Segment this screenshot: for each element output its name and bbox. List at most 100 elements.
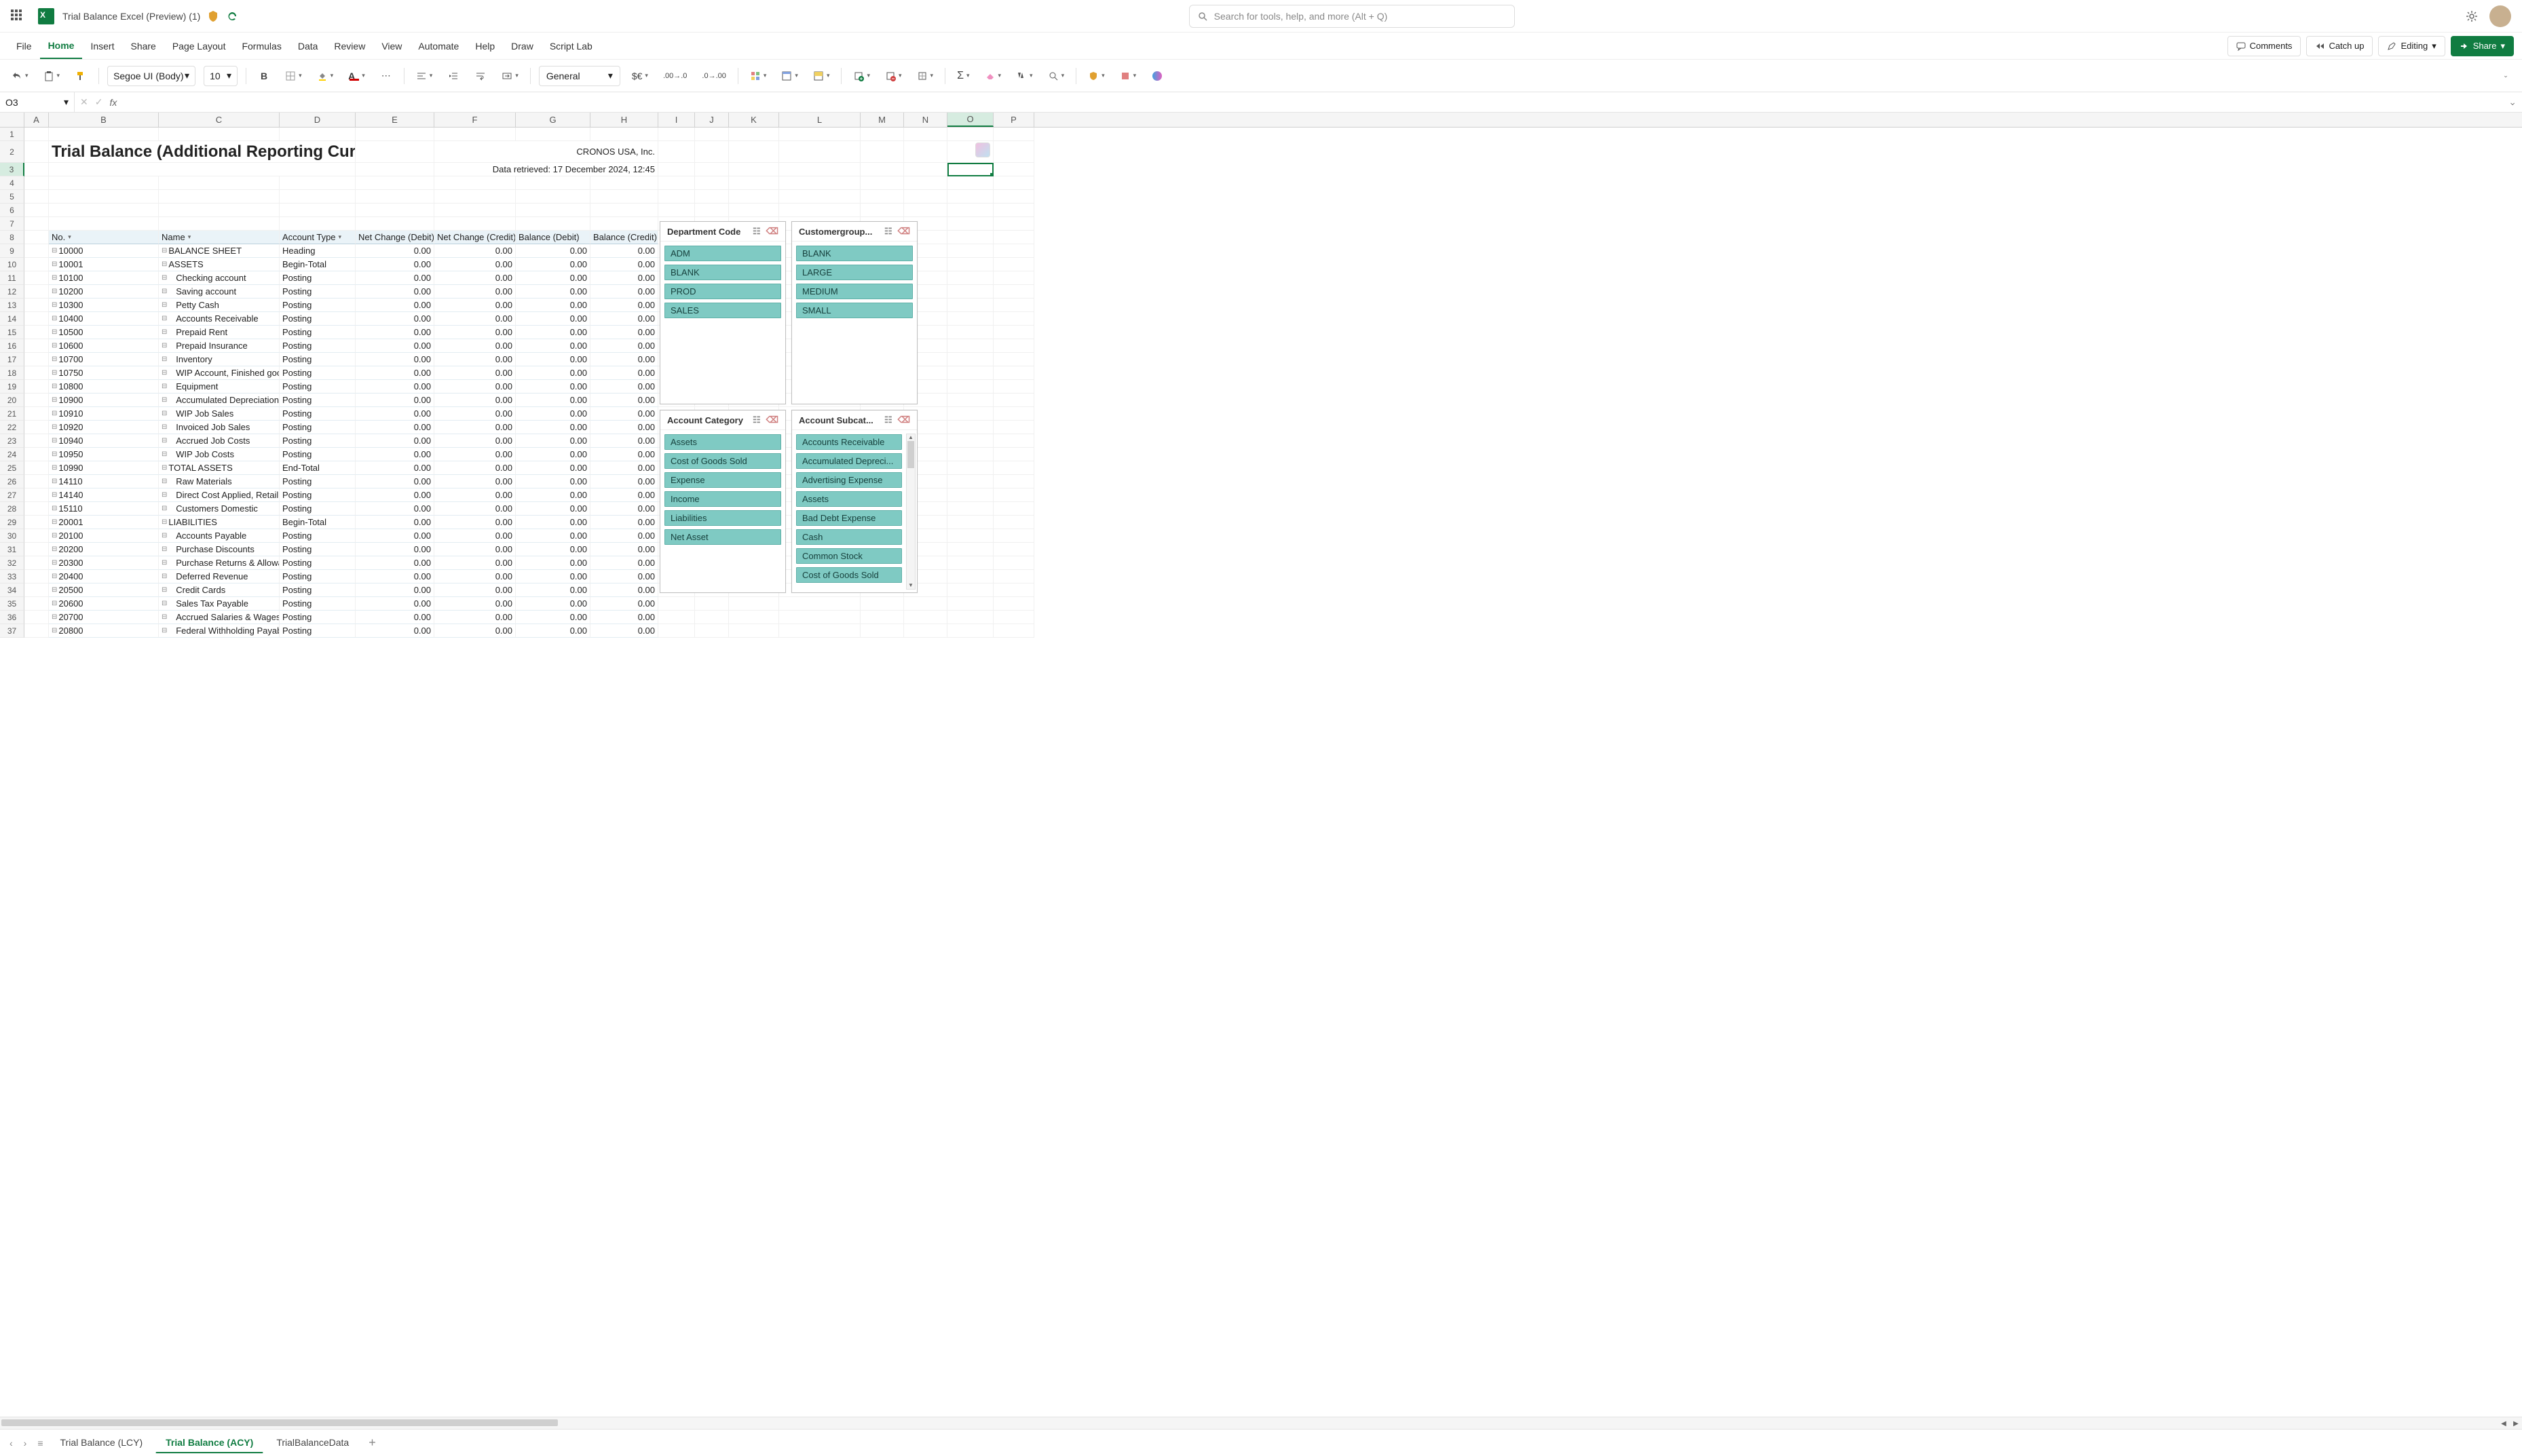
cell[interactable]: [695, 141, 729, 163]
cell[interactable]: [947, 299, 994, 312]
cell-value[interactable]: 0.00: [356, 380, 434, 394]
cell-type[interactable]: Posting: [280, 488, 356, 502]
cell-value[interactable]: 0.00: [356, 394, 434, 407]
cell[interactable]: [994, 611, 1034, 624]
slicer-item[interactable]: MEDIUM: [796, 284, 913, 299]
cell-value[interactable]: 0.00: [516, 339, 590, 353]
sheet-tab[interactable]: Trial Balance (ACY): [155, 1432, 263, 1453]
cell-value[interactable]: 0.00: [434, 543, 516, 556]
cell-no[interactable]: ⊟10910: [49, 407, 159, 421]
cell-value[interactable]: 0.00: [590, 597, 658, 611]
cell-value[interactable]: 0.00: [356, 624, 434, 638]
cell-no[interactable]: ⊟20400: [49, 570, 159, 583]
row-header[interactable]: 11: [0, 271, 24, 285]
cell-name[interactable]: ⊟ Sales Tax Payable: [159, 597, 280, 611]
cell-value[interactable]: 0.00: [434, 407, 516, 421]
cell-type[interactable]: Posting: [280, 394, 356, 407]
cell[interactable]: [947, 516, 994, 529]
cell[interactable]: [24, 231, 49, 244]
multi-select-icon[interactable]: ☷: [884, 415, 892, 425]
menu-script-lab[interactable]: Script Lab: [542, 33, 601, 59]
cell[interactable]: [994, 461, 1034, 475]
cell-value[interactable]: 0.00: [356, 611, 434, 624]
cell[interactable]: [994, 176, 1034, 190]
cell[interactable]: [729, 611, 779, 624]
cell-value[interactable]: 0.00: [590, 434, 658, 448]
cell-value[interactable]: 0.00: [590, 570, 658, 583]
cell-value[interactable]: 0.00: [434, 516, 516, 529]
cell[interactable]: [356, 204, 434, 217]
cell-no[interactable]: ⊟10000: [49, 244, 159, 258]
cell[interactable]: [24, 176, 49, 190]
cell-value[interactable]: 0.00: [516, 611, 590, 624]
cell[interactable]: [994, 516, 1034, 529]
cell-name[interactable]: ⊟ Saving account: [159, 285, 280, 299]
table-header[interactable]: Net Change (Debit): [356, 231, 434, 244]
cell[interactable]: [994, 407, 1034, 421]
cell-name[interactable]: ⊟BALANCE SHEET: [159, 244, 280, 258]
col-header-H[interactable]: H: [590, 113, 658, 127]
cell-value[interactable]: 0.00: [516, 380, 590, 394]
cell[interactable]: [994, 583, 1034, 597]
cell-value[interactable]: 0.00: [590, 326, 658, 339]
editing-button[interactable]: Editing▾: [2378, 36, 2445, 56]
copilot-button[interactable]: [1148, 66, 1167, 86]
cell[interactable]: [49, 128, 159, 141]
cell-value[interactable]: 0.00: [516, 624, 590, 638]
row-header[interactable]: 37: [0, 624, 24, 638]
slicer-item[interactable]: Expense: [664, 472, 781, 488]
cell-value[interactable]: 0.00: [590, 516, 658, 529]
cell[interactable]: [947, 624, 994, 638]
format-cells-button[interactable]: ▾: [914, 66, 937, 86]
cell-value[interactable]: 0.00: [590, 244, 658, 258]
sheet-tab[interactable]: Trial Balance (LCY): [50, 1432, 153, 1453]
cell-value[interactable]: 0.00: [356, 597, 434, 611]
cell-value[interactable]: 0.00: [516, 488, 590, 502]
cell-value[interactable]: 0.00: [590, 488, 658, 502]
format-painter-button[interactable]: [71, 66, 90, 86]
cell[interactable]: [356, 190, 434, 204]
data-retrieved[interactable]: Data retrieved: 17 December 2024, 12:45: [434, 163, 658, 176]
row-header[interactable]: 14: [0, 312, 24, 326]
cell-value[interactable]: 0.00: [516, 529, 590, 543]
cell[interactable]: [994, 488, 1034, 502]
cell-value[interactable]: 0.00: [590, 258, 658, 271]
cell-value[interactable]: 0.00: [356, 583, 434, 597]
table-header[interactable]: Balance (Debit): [516, 231, 590, 244]
menu-file[interactable]: File: [8, 33, 40, 59]
cell-value[interactable]: 0.00: [434, 461, 516, 475]
cell[interactable]: [516, 128, 590, 141]
cell[interactable]: [24, 516, 49, 529]
cell-value[interactable]: 0.00: [516, 326, 590, 339]
cell[interactable]: [516, 217, 590, 231]
cell[interactable]: [729, 176, 779, 190]
cell-type[interactable]: Posting: [280, 353, 356, 366]
cell-value[interactable]: 0.00: [516, 421, 590, 434]
cell-value[interactable]: 0.00: [590, 285, 658, 299]
cell-value[interactable]: 0.00: [434, 326, 516, 339]
cell-value[interactable]: 0.00: [356, 556, 434, 570]
settings-icon[interactable]: [2465, 9, 2479, 23]
select-all-corner[interactable]: [0, 113, 24, 127]
cell-value[interactable]: 0.00: [516, 244, 590, 258]
cell-value[interactable]: 0.00: [590, 421, 658, 434]
cell[interactable]: [695, 624, 729, 638]
cell[interactable]: [658, 176, 695, 190]
cell[interactable]: [861, 163, 904, 176]
cell[interactable]: [729, 190, 779, 204]
cell[interactable]: [994, 570, 1034, 583]
cell[interactable]: [861, 611, 904, 624]
cell-value[interactable]: 0.00: [516, 475, 590, 488]
cell[interactable]: [695, 611, 729, 624]
cell[interactable]: [280, 217, 356, 231]
cell-name[interactable]: ⊟ Accumulated Depreciation: [159, 394, 280, 407]
cell-value[interactable]: 0.00: [434, 244, 516, 258]
row-header[interactable]: 22: [0, 421, 24, 434]
cell[interactable]: [994, 258, 1034, 271]
row-header[interactable]: 8: [0, 231, 24, 244]
cell-value[interactable]: 0.00: [516, 366, 590, 380]
cell[interactable]: [658, 204, 695, 217]
cell[interactable]: [24, 217, 49, 231]
row-header[interactable]: 28: [0, 502, 24, 516]
cell[interactable]: [947, 611, 994, 624]
